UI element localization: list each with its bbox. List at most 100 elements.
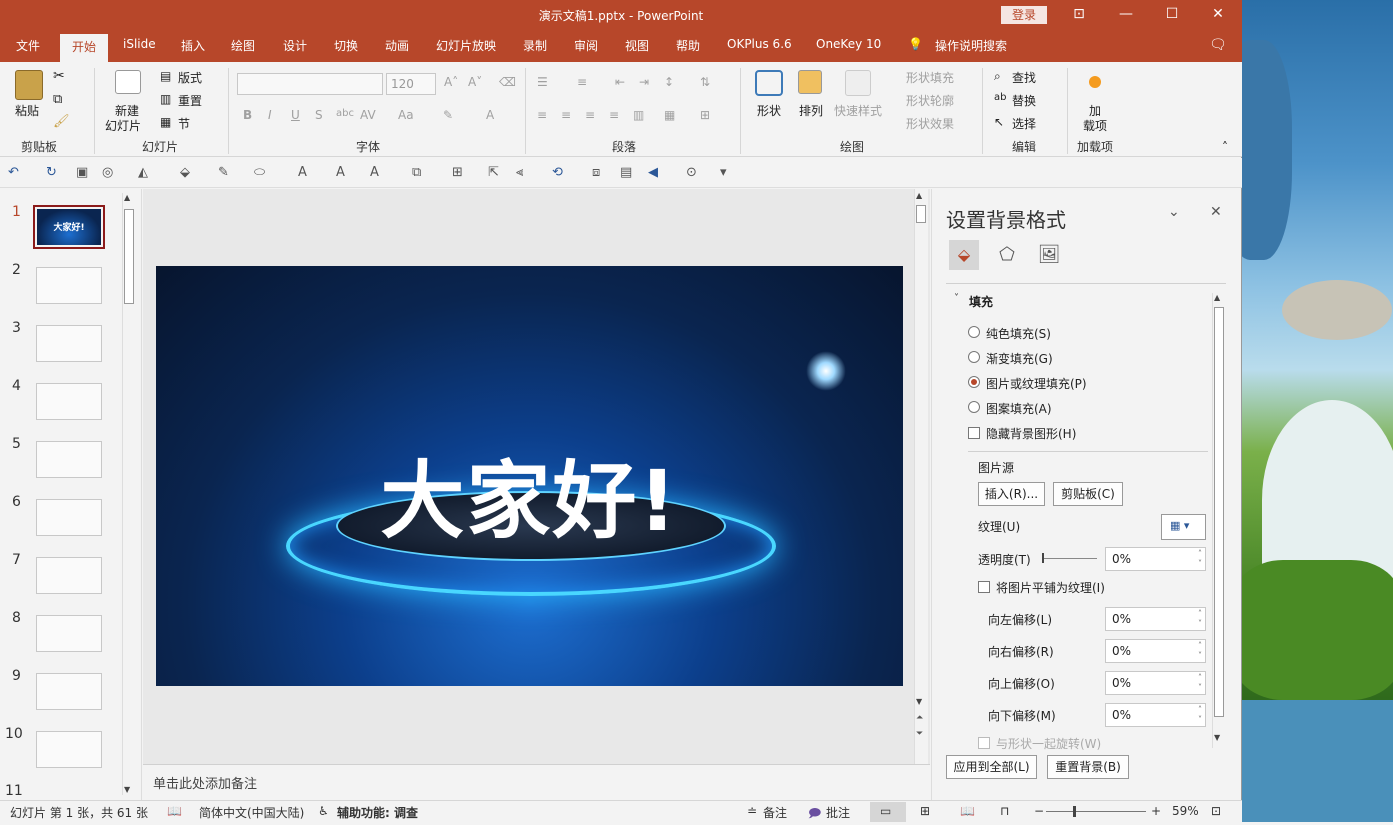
- close-button[interactable]: ✕: [1206, 4, 1230, 24]
- spin-arrows-icon[interactable]: ˄ ˅: [1198, 609, 1202, 629]
- font-grow-icon[interactable]: A˄: [444, 75, 458, 89]
- numbering-icon[interactable]: ≡: [577, 75, 587, 89]
- text-direction-icon[interactable]: ⇅: [700, 75, 710, 89]
- tab-view[interactable]: 视图: [625, 37, 649, 54]
- scroll-up-icon[interactable]: ▲: [1214, 293, 1220, 302]
- offset-top-input[interactable]: 0% ˄ ˅: [1105, 671, 1206, 695]
- next-slide-icon[interactable]: ⏷: [916, 729, 923, 739]
- minimize-button[interactable]: —: [1114, 4, 1138, 24]
- text-effect-icon[interactable]: A: [370, 165, 379, 180]
- thumbnail-slide[interactable]: [36, 673, 102, 710]
- scrollbar-thumb[interactable]: [916, 205, 926, 223]
- scroll-down-icon[interactable]: ▼: [124, 785, 130, 794]
- shape-outline-button[interactable]: 形状轮廓: [906, 92, 954, 109]
- layout-button[interactable]: 版式: [178, 69, 202, 86]
- zoom-out-icon[interactable]: −: [1034, 804, 1044, 818]
- tile-checkbox[interactable]: [978, 581, 990, 593]
- rotate-icon[interactable]: ⟲: [552, 165, 563, 180]
- paste-button[interactable]: 粘贴: [15, 102, 39, 119]
- smartart-icon[interactable]: ⊞: [700, 108, 710, 122]
- text-outline-icon[interactable]: A: [336, 165, 345, 180]
- scrollbar-thumb[interactable]: [1214, 307, 1224, 717]
- offset-bottom-input[interactable]: 0% ˄ ˅: [1105, 703, 1206, 727]
- slideshow-view-icon[interactable]: ⊓: [1000, 804, 1009, 818]
- reset-background-button[interactable]: 重置背景(B): [1047, 755, 1129, 779]
- zoom-level[interactable]: 59%: [1172, 804, 1199, 818]
- pane-options-icon[interactable]: ⌄: [1168, 204, 1180, 220]
- shape-icon[interactable]: ◎: [102, 165, 113, 180]
- char-spacing-icon[interactable]: AV: [360, 108, 376, 122]
- thumbnail-slide[interactable]: [36, 615, 102, 652]
- thumbnail-slide[interactable]: [36, 557, 102, 594]
- textbox-icon[interactable]: ▣: [76, 165, 88, 180]
- fit-to-window-icon[interactable]: ⊡: [1211, 804, 1221, 818]
- thumbnail-slide[interactable]: [36, 731, 102, 768]
- radio-solid-fill[interactable]: [968, 326, 980, 338]
- format-icon[interactable]: ◀: [648, 165, 658, 180]
- tab-record[interactable]: 录制: [523, 37, 547, 54]
- texture-picker[interactable]: ▦ ▾: [1161, 514, 1206, 540]
- underline-icon[interactable]: U: [291, 108, 300, 122]
- customize-icon[interactable]: ▾: [720, 165, 727, 180]
- distributed-icon[interactable]: ▥: [633, 108, 644, 122]
- offset-left-input[interactable]: 0% ˄ ˅: [1105, 607, 1206, 631]
- tab-review[interactable]: 审阅: [574, 37, 598, 54]
- flip-icon[interactable]: ◭: [138, 165, 148, 180]
- radio-pattern-fill[interactable]: [968, 401, 980, 413]
- fill-section-header[interactable]: 填充: [969, 293, 993, 310]
- thumbnail-slide[interactable]: [36, 267, 102, 304]
- collapse-ribbon-icon[interactable]: ˄: [1222, 140, 1228, 154]
- tab-help[interactable]: 帮助: [676, 37, 700, 54]
- italic-icon[interactable]: I: [268, 108, 272, 122]
- spin-arrows-icon[interactable]: ˄ ˅: [1198, 549, 1202, 569]
- zoom-slider-thumb[interactable]: [1073, 806, 1076, 817]
- picture-tab-icon[interactable]: 🖼: [1034, 240, 1064, 270]
- strikethrough-icon[interactable]: abc: [336, 108, 354, 119]
- collapse-icon[interactable]: ˅: [954, 293, 959, 304]
- spin-arrows-icon[interactable]: ˄ ˅: [1198, 673, 1202, 693]
- arrange-icon[interactable]: [798, 70, 822, 94]
- transparency-slider[interactable]: [1042, 558, 1097, 559]
- tab-animations[interactable]: 动画: [385, 37, 409, 54]
- quick-styles-icon[interactable]: [845, 70, 871, 96]
- ribbon-display-icon[interactable]: ⊡: [1067, 4, 1091, 24]
- ungroup-icon[interactable]: ⊞: [452, 165, 463, 180]
- editor-scrollbar[interactable]: ▲ ▼ ⏶ ⏷: [914, 189, 928, 764]
- spin-arrows-icon[interactable]: ˄ ˅: [1198, 641, 1202, 661]
- transparency-slider-thumb[interactable]: [1042, 553, 1044, 563]
- fill-tab-icon[interactable]: ⬙: [949, 240, 979, 270]
- accessibility-status[interactable]: 辅助功能: 调查: [337, 804, 418, 821]
- zoom-slider[interactable]: [1046, 811, 1146, 812]
- selection-pane-icon[interactable]: ⇱: [488, 165, 499, 180]
- line-spacing-icon[interactable]: ↕: [664, 75, 674, 89]
- font-name-field[interactable]: [237, 73, 383, 95]
- tab-okplus[interactable]: OKPlus 6.6: [727, 37, 792, 51]
- effect-icon[interactable]: ⬭: [254, 165, 265, 180]
- find-button[interactable]: 查找: [1012, 69, 1036, 86]
- new-slide-icon[interactable]: [115, 70, 141, 94]
- rotate-with-shape-checkbox[interactable]: [978, 737, 990, 749]
- align-center-icon[interactable]: ≡: [561, 108, 571, 122]
- bold-icon[interactable]: B: [243, 108, 252, 122]
- offset-right-input[interactable]: 0% ˄ ˅: [1105, 639, 1206, 663]
- addins-icon[interactable]: [1089, 76, 1101, 88]
- hide-bg-graphics-label[interactable]: 隐藏背景图形(H): [986, 425, 1076, 442]
- tab-transitions[interactable]: 切换: [334, 37, 358, 54]
- reading-view-icon[interactable]: 📖: [960, 804, 975, 818]
- thumbnail-scrollbar[interactable]: ▲ ▼: [122, 193, 136, 795]
- quick-styles-button[interactable]: 快速样式: [834, 102, 882, 119]
- language-indicator[interactable]: 简体中文(中国大陆): [199, 804, 304, 821]
- font-shrink-icon[interactable]: A˅: [468, 75, 482, 89]
- present-icon[interactable]: ⊙: [686, 165, 697, 180]
- change-case-icon[interactable]: Aa: [398, 108, 414, 122]
- transparency-input[interactable]: 0% ˄ ˅: [1105, 547, 1206, 571]
- shapes-icon[interactable]: [755, 70, 783, 96]
- spin-arrows-icon[interactable]: ˄ ˅: [1198, 705, 1202, 725]
- thumbnail-slide[interactable]: [36, 383, 102, 420]
- columns-icon[interactable]: ▦: [664, 108, 675, 122]
- zoom-in-icon[interactable]: +: [1151, 804, 1161, 818]
- select-button[interactable]: 选择: [1012, 115, 1036, 132]
- tab-design[interactable]: 设计: [283, 37, 307, 54]
- login-button[interactable]: 登录: [1001, 6, 1047, 24]
- paste-icon[interactable]: [15, 70, 43, 100]
